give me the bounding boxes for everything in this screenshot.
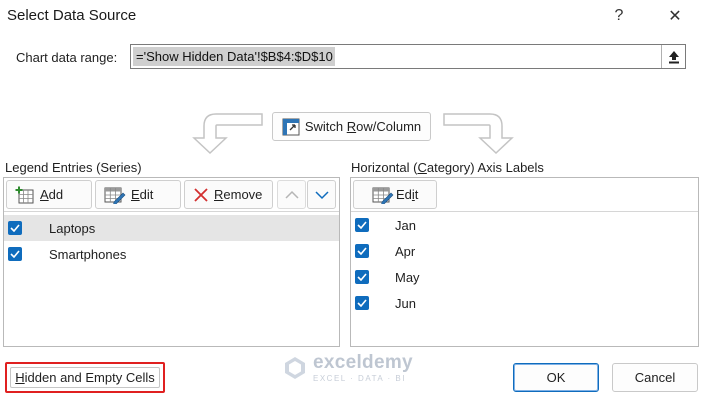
exceldemy-logo-icon: [285, 356, 305, 379]
add-table-icon: [15, 186, 34, 203]
axis-toolbar: Edit: [351, 178, 698, 212]
remove-series-button[interactable]: Remove: [184, 180, 273, 209]
collapse-dialog-button[interactable]: [661, 45, 685, 68]
axis-labels-panel: Edit Jan Apr May Jun: [350, 177, 699, 347]
checkmark-icon: [10, 224, 20, 232]
chevron-down-icon: [314, 190, 329, 199]
series-item-laptops[interactable]: Laptops: [4, 215, 339, 241]
chart-data-range-input[interactable]: ='Show Hidden Data'!$B$4:$D$10: [130, 44, 686, 69]
series-label: Laptops: [49, 220, 96, 236]
legend-entries-title: Legend Entries (Series): [5, 160, 142, 175]
series-label: Smartphones: [49, 246, 127, 262]
switch-row-column-label: Switch Row/Column: [304, 119, 422, 134]
switch-row-column-icon: [282, 118, 300, 135]
remove-series-label: Remove: [214, 187, 263, 202]
edit-series-button[interactable]: Edit: [95, 180, 181, 209]
remove-x-icon: [194, 187, 208, 202]
ok-button[interactable]: OK: [513, 363, 599, 392]
series-checkbox[interactable]: [8, 221, 22, 235]
axis-label-text: Jun: [395, 295, 416, 311]
chart-data-range-label: Chart data range:: [16, 50, 118, 65]
exceldemy-watermark: exceldemy EXCEL · DATA · BI: [283, 352, 413, 383]
checkmark-icon: [357, 221, 367, 229]
cancel-button[interactable]: Cancel: [612, 363, 698, 392]
edit-table-icon: [372, 187, 394, 204]
hidden-button-inner-border: [10, 367, 160, 388]
help-button[interactable]: ?: [595, 0, 643, 32]
left-curved-arrow-icon: [192, 113, 263, 155]
series-item-smartphones[interactable]: Smartphones: [4, 241, 339, 267]
axis-label-text: Jan: [395, 217, 416, 233]
edit-series-label: Edit: [131, 187, 154, 202]
watermark-tagline: EXCEL · DATA · BI: [313, 374, 406, 383]
axis-label-item[interactable]: Jan: [351, 212, 698, 238]
edit-axis-labels-button[interactable]: Edit: [353, 180, 437, 209]
watermark-name: exceldemy: [313, 352, 413, 373]
checkmark-icon: [357, 247, 367, 255]
switch-row-column-button[interactable]: Switch Row/Column: [272, 112, 431, 141]
checkmark-icon: [357, 273, 367, 281]
add-series-button[interactable]: Add: [6, 180, 92, 209]
checkmark-icon: [10, 250, 20, 258]
chevron-up-icon: [284, 190, 299, 199]
close-button[interactable]: ✕: [651, 0, 699, 32]
add-series-label: Add: [40, 187, 64, 202]
move-up-button[interactable]: [277, 180, 306, 209]
axis-label-item[interactable]: Apr: [351, 238, 698, 264]
hidden-and-empty-cells-button[interactable]: Hidden and Empty Cells: [5, 362, 165, 393]
axis-label-checkbox[interactable]: [355, 218, 369, 232]
collapse-arrow-icon: [668, 50, 679, 63]
chart-data-range-value: ='Show Hidden Data'!$B$4:$D$10: [136, 49, 333, 64]
move-down-button[interactable]: [307, 180, 336, 209]
right-curved-arrow-icon: [443, 113, 514, 155]
edit-table-icon: [104, 187, 126, 204]
axis-label-checkbox[interactable]: [355, 270, 369, 284]
checkmark-icon: [357, 299, 367, 307]
axis-label-item[interactable]: May: [351, 264, 698, 290]
axis-label-checkbox[interactable]: [355, 296, 369, 310]
axis-label-text: Apr: [395, 243, 416, 259]
axis-labels-title: Horizontal (Category) Axis Labels: [351, 160, 544, 175]
axis-label-text: May: [395, 269, 420, 285]
axis-label-checkbox[interactable]: [355, 244, 369, 258]
dialog-title: Select Data Source: [7, 7, 137, 24]
axis-label-item[interactable]: Jun: [351, 290, 698, 316]
edit-axis-labels-label: Edit: [396, 187, 419, 202]
series-checkbox[interactable]: [8, 247, 22, 261]
legend-toolbar: Add Edit Remove: [4, 178, 339, 212]
legend-entries-panel: Add Edit Remove Laptops Smartphones: [3, 177, 340, 347]
